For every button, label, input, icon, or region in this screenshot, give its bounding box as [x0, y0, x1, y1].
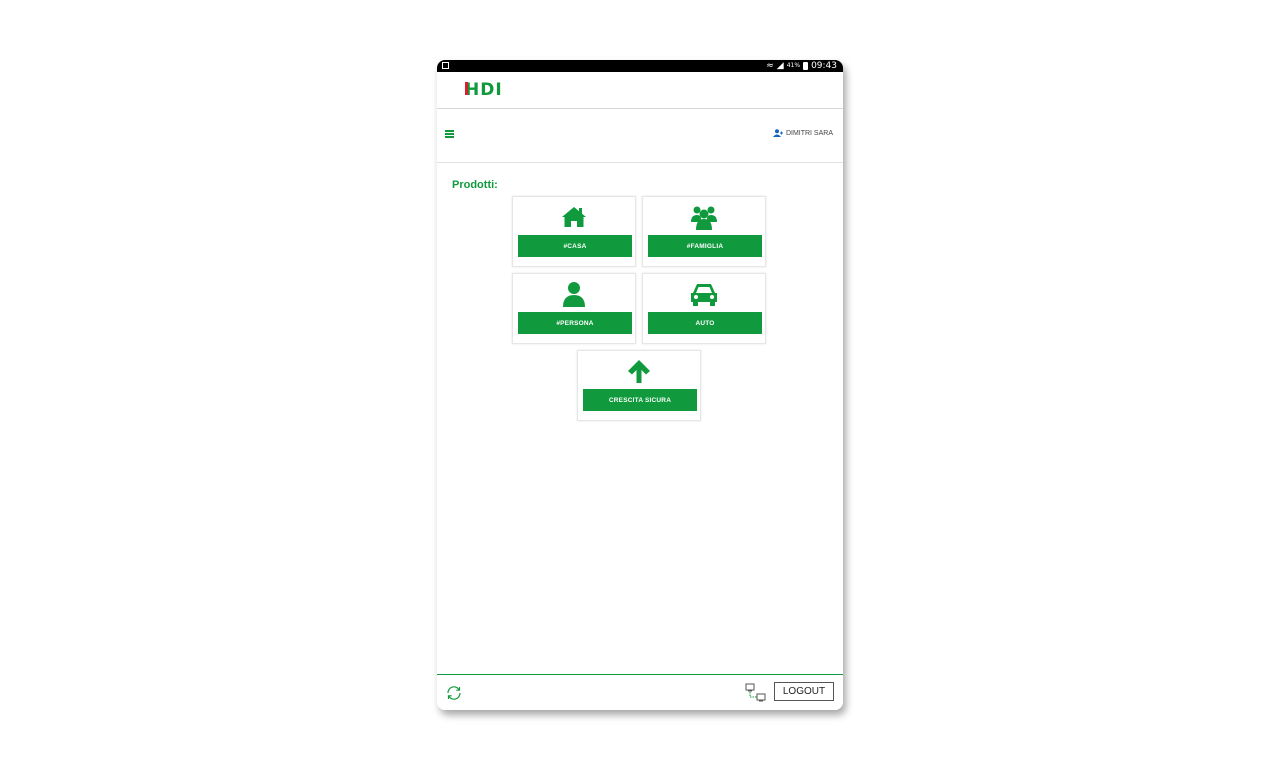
product-tile-famiglia[interactable]: #FAMIGLIA — [642, 196, 766, 267]
toolbar: DIMITRI SARA — [437, 109, 843, 163]
battery-percent: 41% — [786, 62, 801, 69]
app-header: HDI — [437, 72, 843, 109]
home-icon — [562, 207, 586, 227]
arrow-up-icon — [628, 360, 650, 383]
product-tile-persona[interactable]: #PERSONA — [512, 273, 636, 344]
battery-icon — [803, 62, 809, 70]
product-tile-casa[interactable]: #CASA — [512, 196, 636, 267]
person-icon — [563, 282, 585, 307]
signal-icon: ◢ — [776, 61, 784, 71]
user-name: DIMITRI SARA — [785, 129, 833, 137]
clock: 09:43 — [811, 61, 837, 71]
notification-icon — [442, 62, 449, 69]
tablet-screen: ≈ ◢ 41% 09:43 HDI DIMITRI SARA Prodotti: — [437, 60, 843, 710]
user-icon — [772, 129, 783, 137]
user-menu[interactable]: DIMITRI SARA — [772, 129, 833, 137]
product-button-persona[interactable]: #PERSONA — [518, 312, 632, 334]
hamburger-icon[interactable] — [445, 130, 454, 139]
logout-button[interactable]: LOGOUT — [774, 682, 834, 701]
product-button-casa[interactable]: #CASA — [518, 235, 632, 257]
product-tile-auto[interactable]: AUTO — [642, 273, 766, 344]
product-button-famiglia[interactable]: #FAMIGLIA — [648, 235, 762, 257]
status-bar: ≈ ◢ 41% 09:43 — [437, 60, 843, 72]
logo-red-bar — [465, 82, 468, 95]
section-title: Prodotti: — [452, 179, 498, 191]
app-footer: LOGOUT — [437, 674, 843, 710]
sync-icon[interactable] — [445, 684, 463, 702]
network-icon — [745, 683, 766, 702]
wifi-icon: ≈ — [766, 61, 774, 71]
product-button-auto[interactable]: AUTO — [648, 312, 762, 334]
car-icon — [691, 284, 717, 306]
family-icon — [691, 206, 717, 230]
product-button-crescita-sicura[interactable]: CRESCITA SICURA — [583, 389, 697, 411]
product-tile-crescita-sicura[interactable]: CRESCITA SICURA — [577, 350, 701, 421]
hdi-logo: HDI — [465, 80, 503, 100]
